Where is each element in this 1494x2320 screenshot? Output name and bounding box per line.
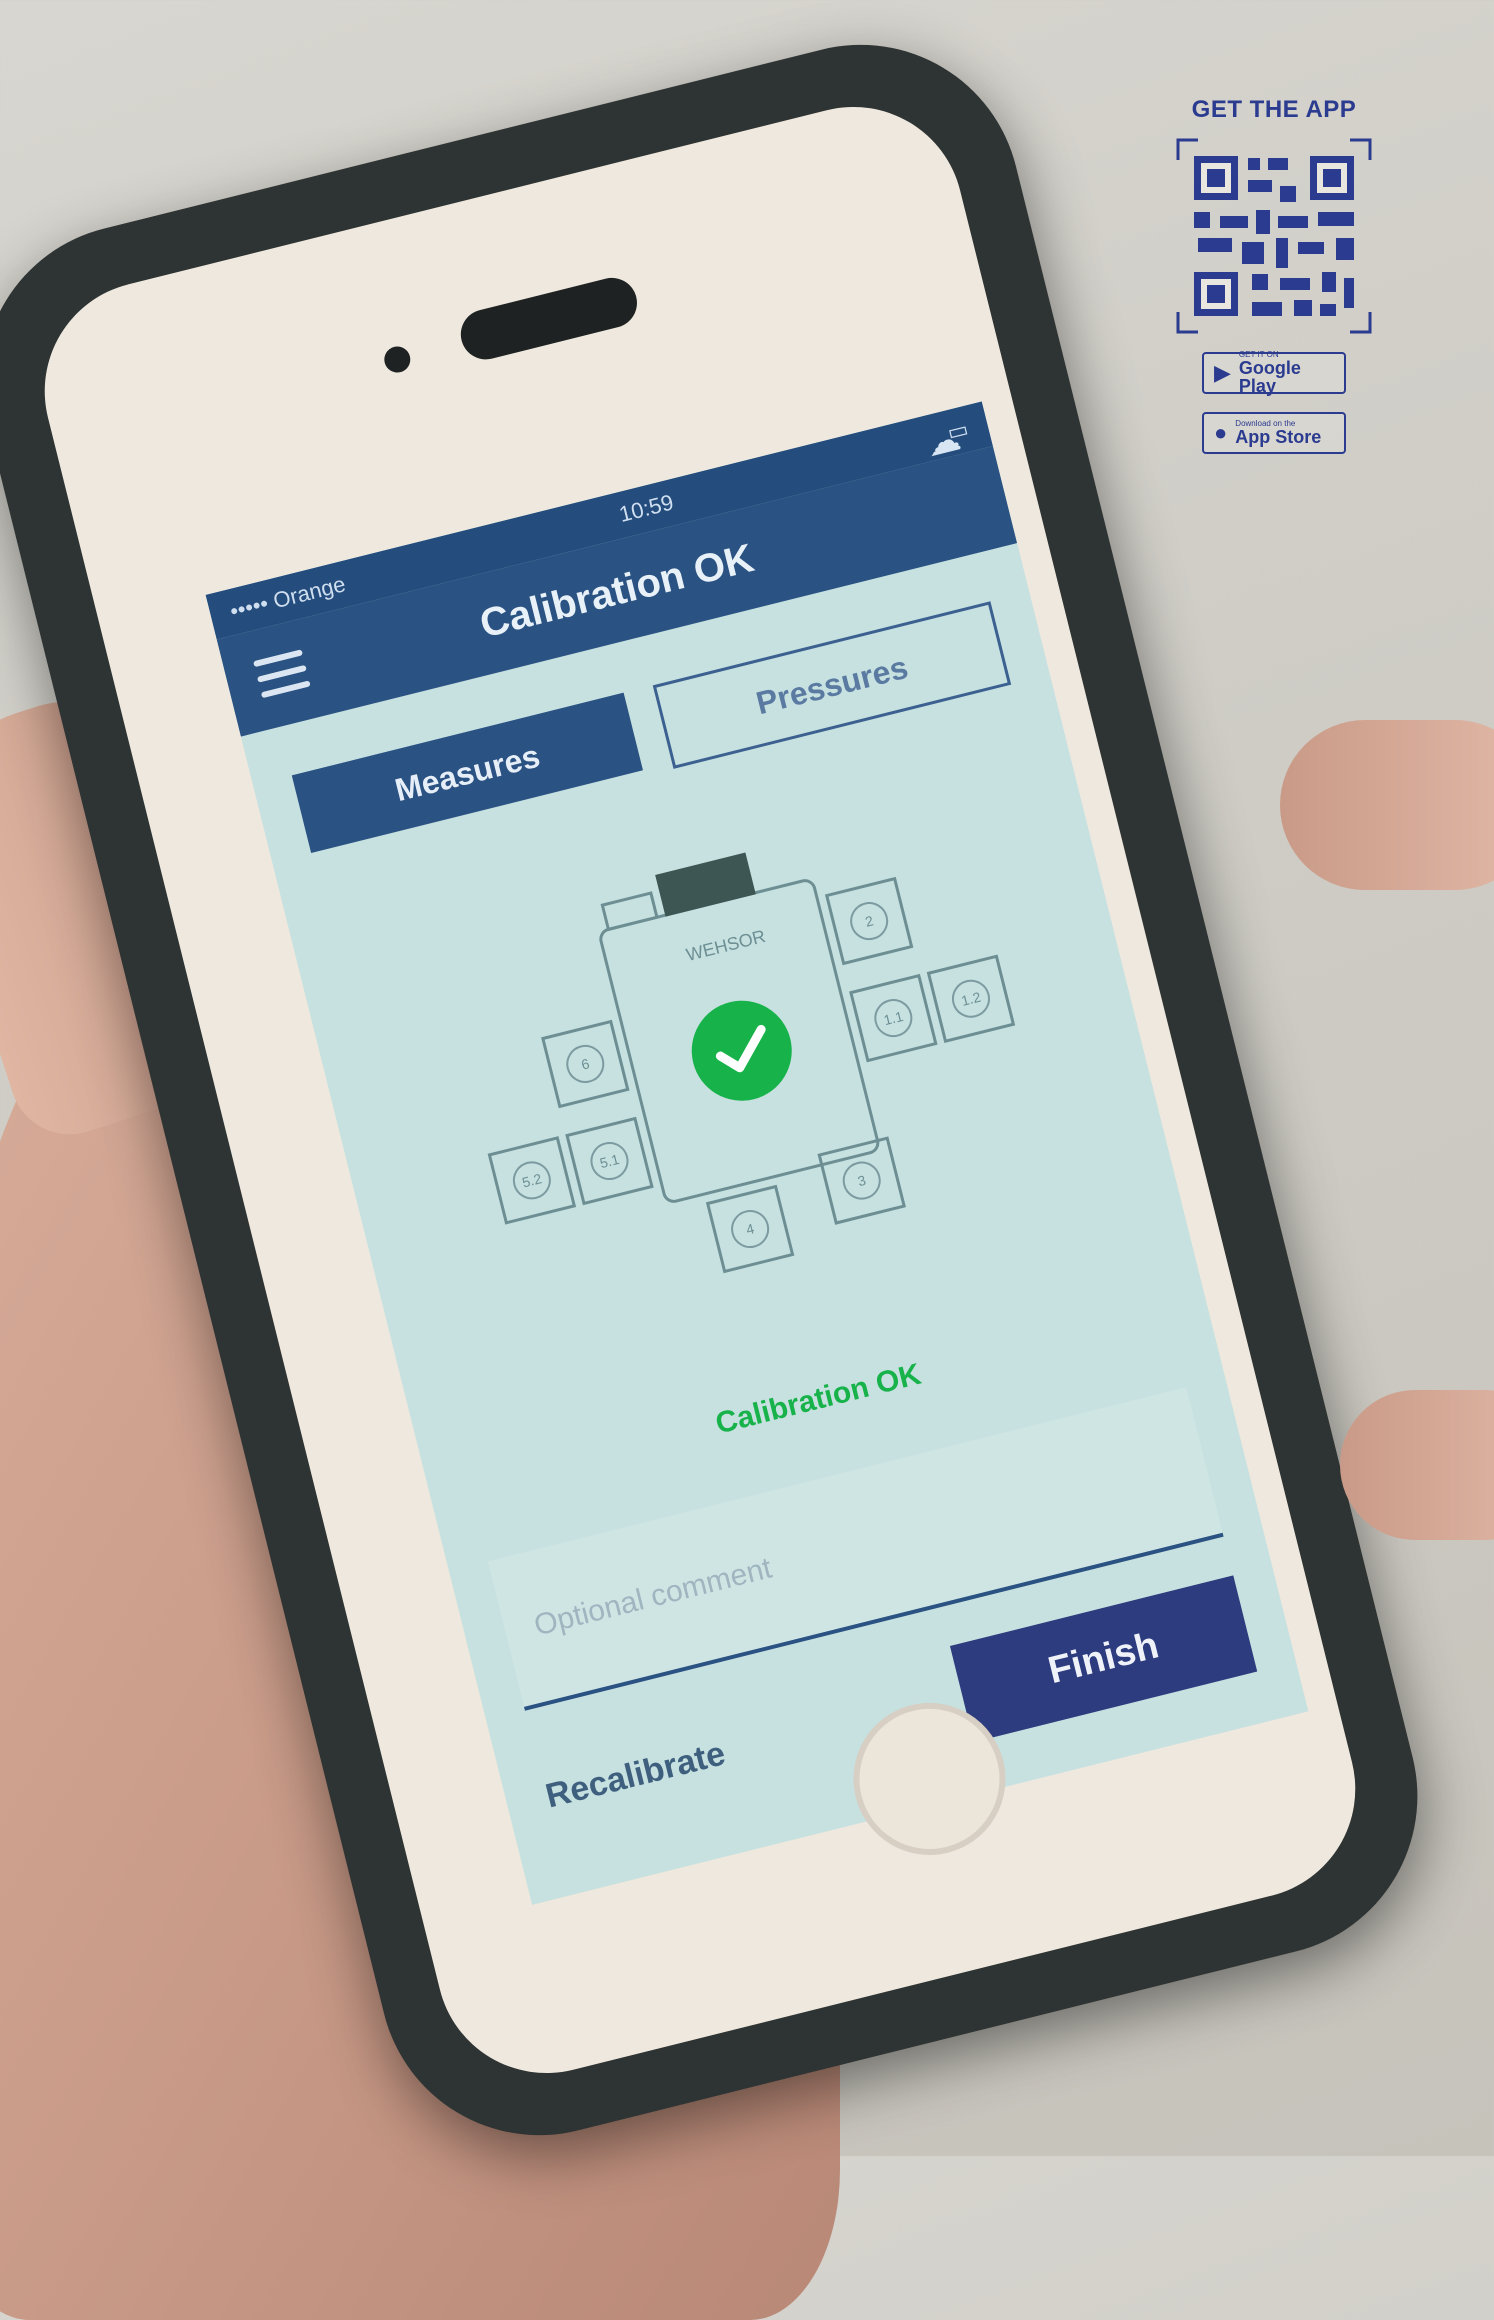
app-store-badge[interactable]: ● Download on the App Store [1202,412,1346,454]
port-label-5-2: 5.2 [520,1170,543,1190]
port-label-1-2: 1.2 [960,989,983,1009]
qr-code-graphic [1176,138,1372,334]
finish-button[interactable]: Finish [950,1575,1258,1743]
device-brand: WEHSOR [684,926,767,965]
recalibrate-button[interactable]: Recalibrate [542,1734,729,1816]
port-label-3: 3 [856,1172,868,1189]
port-label-2: 2 [863,912,875,929]
phone-screen: ••••• Orange 10:59 ▭ Calibration OK ☁ Me… [205,401,1309,1905]
app-store-label: App Store [1235,427,1322,447]
clock: 10:59 [616,489,677,528]
google-play-label: Google Play [1238,358,1301,396]
qr-code[interactable] [1176,138,1372,334]
port-label-1-1: 1.1 [882,1008,905,1028]
port-label-4: 4 [744,1220,756,1237]
promo-heading: GET THE APP [1191,96,1357,123]
earpiece-speaker [455,272,643,365]
apple-icon: ● [1214,420,1228,445]
play-triangle-icon: ▶ [1214,360,1231,385]
hand-finger-lower [1340,1390,1494,1540]
device-latch [600,891,659,932]
google-play-badge[interactable]: ▶ GET IT ON Google Play [1202,351,1346,396]
port-label-5-1: 5.1 [598,1151,621,1171]
device-connector [655,852,756,917]
port-label-6: 6 [580,1055,592,1072]
get-the-app-promo: GET THE APP ▶ GET IT ON Google Play ● Do… [1176,96,1372,454]
checkmark-circle-icon [691,1000,792,1101]
hand-finger-upper [1280,720,1494,890]
front-camera [381,343,414,376]
